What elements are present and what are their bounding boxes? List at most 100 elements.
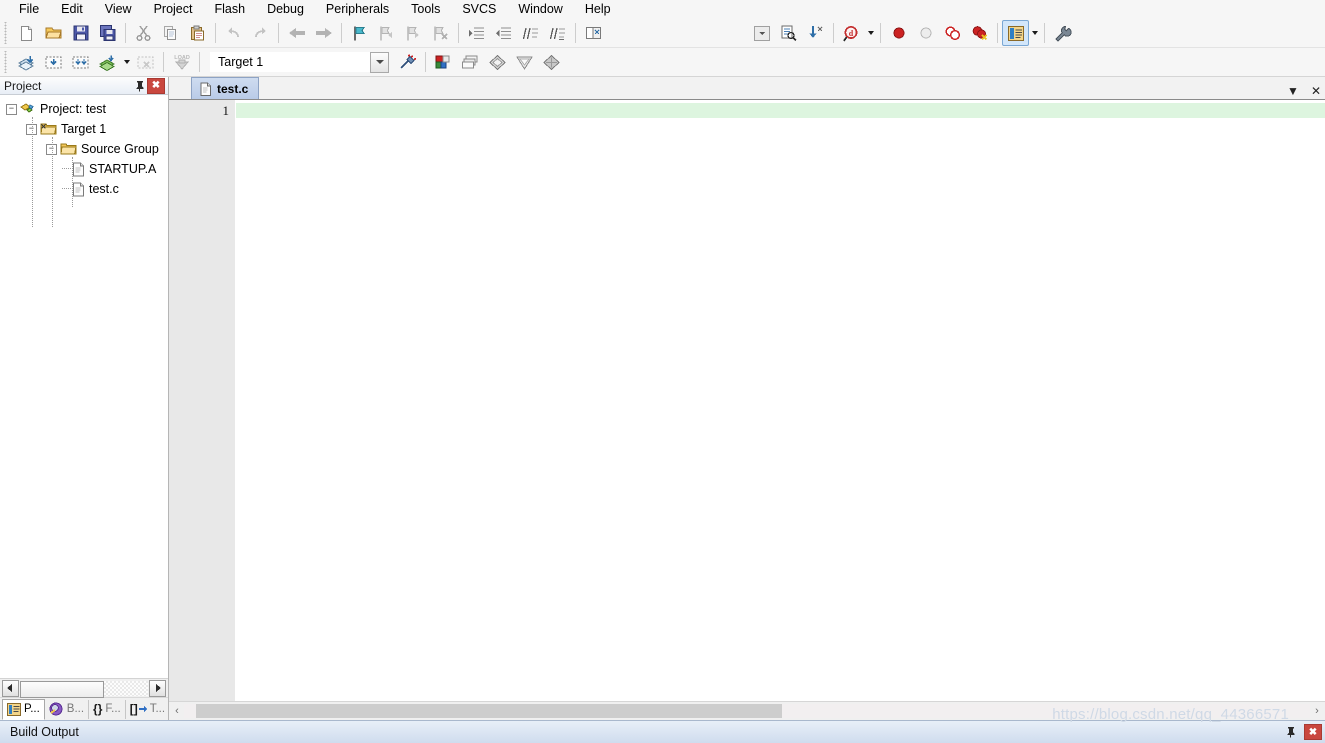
scrollbar-track[interactable] <box>184 704 1310 718</box>
scrollbar-thumb[interactable] <box>20 680 104 698</box>
insert-breakpoint-button[interactable] <box>885 20 912 46</box>
navigate-back-button[interactable] <box>283 20 310 46</box>
pin-icon[interactable] <box>131 78 147 93</box>
kill-all-breakpoints-button[interactable] <box>966 20 993 46</box>
menu-file[interactable]: File <box>8 0 50 19</box>
find-button[interactable]: d <box>838 20 865 46</box>
editor-code-area[interactable] <box>236 100 1325 701</box>
rebuild-all-button[interactable] <box>67 49 94 75</box>
scroll-right-arrow-icon[interactable] <box>149 679 166 697</box>
go-to-definition-button[interactable] <box>802 20 829 46</box>
cut-button[interactable] <box>130 20 157 46</box>
tree-item-startup-file[interactable]: STARTUP.A <box>0 159 168 179</box>
manage-project-items-button[interactable] <box>430 49 457 75</box>
scroll-left-arrow-icon[interactable]: ‹ <box>170 703 184 719</box>
multi-project-button[interactable] <box>538 49 565 75</box>
menu-debug[interactable]: Debug <box>256 0 315 19</box>
build-output-close-button[interactable]: ✖ <box>1304 724 1322 740</box>
save-all-button[interactable] <box>94 20 121 46</box>
build-target-button[interactable] <box>40 49 67 75</box>
indent-right-button[interactable] <box>463 20 490 46</box>
project-tree[interactable]: − Project: test − Target 1 − Source Grou… <box>0 95 168 678</box>
select-software-packs-button[interactable] <box>484 49 511 75</box>
toolbar-grip[interactable] <box>3 51 11 73</box>
tab-books[interactable]: B... <box>45 699 90 719</box>
toolbar-grip[interactable] <box>3 22 11 44</box>
project-panel-close-button[interactable]: ✖ <box>147 77 165 94</box>
menu-project[interactable]: Project <box>143 0 204 19</box>
scroll-right-arrow-icon[interactable]: › <box>1310 703 1324 719</box>
target-selector[interactable]: Target 1 <box>210 51 389 73</box>
uncomment-selection-button[interactable] <box>544 20 571 46</box>
editor-tab-test-c[interactable]: test.c <box>191 77 260 99</box>
toolbar-separator <box>215 23 216 43</box>
editor-horizontal-scrollbar[interactable]: ‹ › <box>169 701 1325 720</box>
target-selector-dropdown-arrow[interactable] <box>370 51 389 73</box>
tree-item-project[interactable]: − Project: test <box>0 99 168 119</box>
menu-view[interactable]: View <box>94 0 143 19</box>
options-for-target-button[interactable] <box>394 49 421 75</box>
find-combo-dropdown-button[interactable] <box>748 20 775 46</box>
save-button[interactable] <box>67 20 94 46</box>
tab-books-label: B... <box>66 703 85 715</box>
tree-expander[interactable]: − <box>6 103 17 115</box>
tab-functions[interactable]: {} F... <box>89 699 126 719</box>
tree-item-target[interactable]: − Target 1 <box>0 119 168 139</box>
indent-left-button[interactable] <box>490 20 517 46</box>
copy-button[interactable] <box>157 20 184 46</box>
undo-button[interactable] <box>220 20 247 46</box>
disable-breakpoint-button[interactable] <box>912 20 939 46</box>
toolbar-separator <box>880 23 881 43</box>
batch-build-dropdown-caret[interactable] <box>121 50 132 74</box>
comment-selection-button[interactable] <box>517 20 544 46</box>
batch-build-button[interactable] <box>94 49 121 75</box>
clear-bookmarks-button[interactable] <box>427 20 454 46</box>
scrollbar-thumb[interactable] <box>196 704 782 718</box>
download-button[interactable]: LOAD <box>168 49 195 75</box>
scroll-left-arrow-icon[interactable] <box>2 679 19 697</box>
project-window-button[interactable] <box>1002 20 1029 46</box>
project-horizontal-scrollbar[interactable] <box>0 678 168 698</box>
open-documentation-button[interactable] <box>580 20 607 46</box>
configuration-button[interactable] <box>1049 20 1076 46</box>
tree-item-test-file[interactable]: test.c <box>0 179 168 199</box>
tab-project[interactable]: P... <box>2 698 45 720</box>
paste-button[interactable] <box>184 20 211 46</box>
previous-bookmark-button[interactable] <box>373 20 400 46</box>
open-file-button[interactable] <box>40 20 67 46</box>
new-file-button[interactable] <box>13 20 40 46</box>
tree-connector <box>62 168 71 170</box>
disable-all-breakpoints-button[interactable] <box>939 20 966 46</box>
redo-button[interactable] <box>247 20 274 46</box>
project-tab-icon <box>7 702 21 716</box>
menu-tools[interactable]: Tools <box>400 0 451 19</box>
navigate-forward-button[interactable] <box>310 20 337 46</box>
menu-peripherals[interactable]: Peripherals <box>315 0 400 19</box>
manage-run-time-env-button[interactable] <box>457 49 484 75</box>
current-line-highlight[interactable] <box>236 103 1325 118</box>
translate-file-button[interactable] <box>13 49 40 75</box>
find-in-files-button[interactable] <box>775 20 802 46</box>
menu-help[interactable]: Help <box>574 0 622 19</box>
target-selector-value[interactable]: Target 1 <box>210 52 370 72</box>
editor-area: test.c ▼ ✕ 1 ‹ › <box>169 77 1325 720</box>
file-toolbar: d <box>0 19 1325 48</box>
tree-connector <box>32 117 33 227</box>
tab-templates[interactable]: [] T... <box>126 699 171 719</box>
project-window-dropdown-caret[interactable] <box>1029 21 1040 45</box>
tree-item-source-group[interactable]: − Source Group <box>0 139 168 159</box>
editor-tab-dropdown-button[interactable]: ▼ <box>1287 85 1299 97</box>
menu-flash[interactable]: Flash <box>203 0 256 19</box>
toggle-bookmark-button[interactable] <box>346 20 373 46</box>
project-panel-title: Project <box>4 78 42 93</box>
menu-svcs[interactable]: SVCS <box>451 0 507 19</box>
find-dropdown-caret[interactable] <box>865 21 876 45</box>
editor-tab-close-button[interactable]: ✕ <box>1311 85 1321 97</box>
menu-edit[interactable]: Edit <box>50 0 94 19</box>
pack-installer-button[interactable] <box>511 49 538 75</box>
menu-window[interactable]: Window <box>507 0 573 19</box>
pin-icon[interactable] <box>1285 726 1296 738</box>
scrollbar-track[interactable] <box>20 680 148 698</box>
next-bookmark-button[interactable] <box>400 20 427 46</box>
stop-build-button[interactable] <box>132 49 159 75</box>
